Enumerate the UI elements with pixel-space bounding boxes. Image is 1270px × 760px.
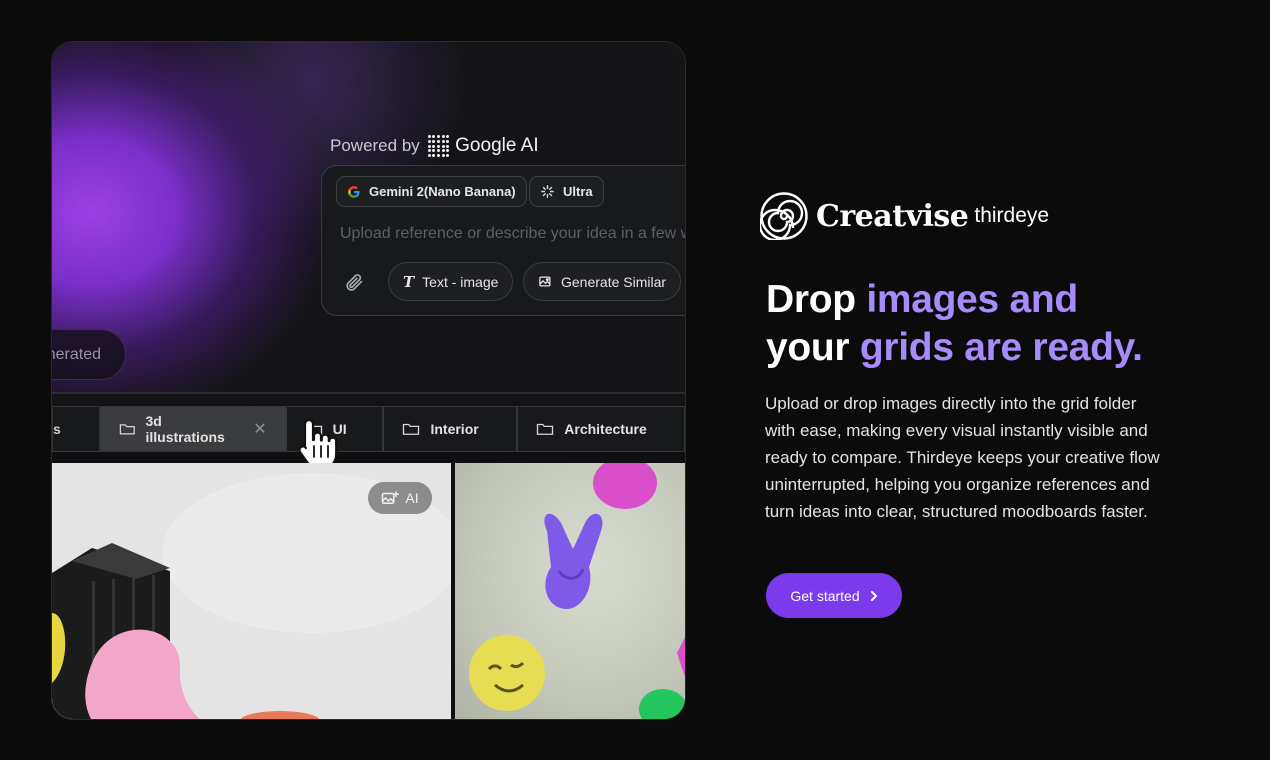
ai-badge: AI: [368, 482, 432, 514]
hero-headline: Drop images and your grids are ready.: [766, 276, 1206, 372]
generated-filter-pill[interactable]: nerated: [51, 329, 126, 380]
folder-icon: [537, 423, 554, 435]
folder-tab-interior[interactable]: Interior: [383, 406, 518, 452]
prompt-composer[interactable]: Gemini 2(Nano Banana) Ultra Upload refer…: [321, 165, 685, 316]
model-chip-label: Gemini 2(Nano Banana): [369, 184, 516, 199]
headline-line2-b: grids are ready.: [859, 326, 1143, 369]
hero-description: Upload or drop images directly into the …: [765, 394, 1160, 521]
close-icon[interactable]: ✕: [253, 419, 266, 439]
text-format-icon: T: [403, 272, 415, 291]
logo-wordmark: Creatvise: [816, 198, 969, 234]
powered-by-label: Powered by Google AI: [330, 135, 539, 157]
quality-chip-label: Ultra: [563, 184, 593, 199]
text-image-label: Text - image: [422, 273, 499, 290]
grid-image-clay-characters[interactable]: [455, 463, 685, 719]
paperclip-icon[interactable]: [344, 272, 364, 292]
generate-similar-button[interactable]: Generate Similar: [523, 262, 682, 301]
powered-prefix: Powered by: [330, 136, 420, 155]
chevron-right-icon: [870, 590, 878, 601]
get-started-label: Get started: [790, 587, 860, 604]
headline-line2-a: your: [766, 326, 860, 369]
quality-selector-chip[interactable]: Ultra: [529, 176, 604, 207]
folder-tab-partial[interactable]: s: [52, 406, 100, 452]
spiral-logo-icon: [760, 192, 808, 240]
get-started-button[interactable]: Get started: [766, 573, 902, 618]
folder-icon: [403, 423, 420, 435]
generate-similar-label: Generate Similar: [561, 273, 667, 290]
grid-image-3d-objects[interactable]: AI: [52, 463, 451, 719]
folder-tab-architecture[interactable]: Architecture: [517, 406, 685, 452]
google-g-icon: [348, 185, 360, 198]
folder-tab-label: Architecture: [564, 421, 647, 437]
brand-logo[interactable]: Creatvise thirdeye: [760, 192, 1049, 240]
image-stack-icon: [539, 276, 551, 287]
generated-pill-label: nerated: [51, 345, 101, 363]
google-ai-text: Google AI: [455, 135, 539, 156]
google-ai-icon: [427, 135, 450, 157]
ai-badge-label: AI: [405, 490, 419, 506]
prompt-input-placeholder[interactable]: Upload reference or describe your idea i…: [340, 225, 685, 243]
folder-tab-3d-illustrations[interactable]: 3d illustrations ✕: [99, 406, 286, 452]
folder-tab-label: Interior: [430, 421, 479, 437]
headline-line1-b: images and: [866, 278, 1078, 321]
text-to-image-button[interactable]: T Text - image: [388, 262, 514, 301]
folder-icon: [119, 424, 135, 435]
ai-image-icon: [382, 491, 400, 504]
clay-characters-illustration: [469, 463, 685, 719]
google-ai-brand: Google AI: [427, 135, 539, 157]
model-selector-chip[interactable]: Gemini 2(Nano Banana): [336, 176, 527, 207]
folder-tab-bar: s 3d illustrations ✕ UI Interior Archite…: [52, 406, 685, 452]
headline-line1-a: Drop: [766, 278, 867, 321]
folder-tab-label: s: [53, 421, 61, 437]
folder-tab-label: 3d illustrations: [145, 413, 225, 445]
sparkle-burst-icon: [541, 185, 554, 198]
logo-subtext: thirdeye: [974, 204, 1050, 227]
product-preview-card: Powered by Google AI Gemini 2(Nano Banan…: [51, 41, 686, 720]
